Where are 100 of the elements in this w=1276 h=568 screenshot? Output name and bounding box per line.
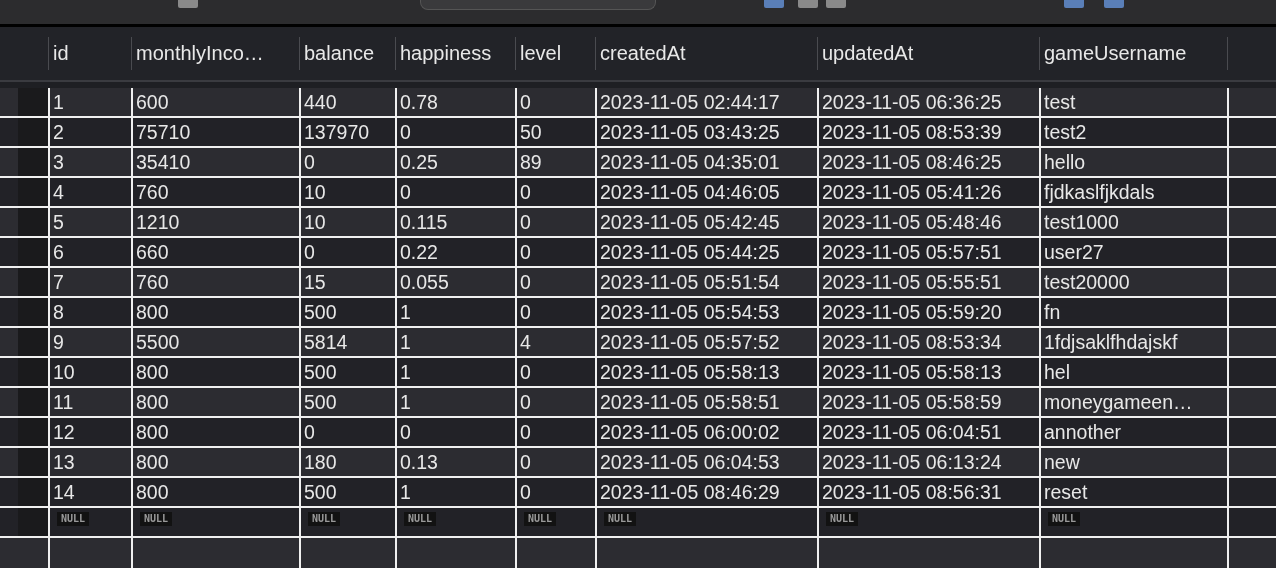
table-cell: 2023-11-05 05:57:51 — [817, 238, 1039, 266]
table-cell: 8 — [48, 298, 131, 326]
table-cell: 0 — [515, 208, 595, 236]
table-cell: 50 — [515, 118, 595, 146]
table-cell: 800 — [131, 478, 299, 506]
table-row[interactable]: 9 5500 5814 1 4 2023-11-05 05:57:52 2023-11-05 08:53:34 1fdjsaklfhdajskf — [0, 328, 1276, 358]
row-header[interactable] — [18, 88, 48, 116]
column-header[interactable]: balance — [299, 37, 395, 70]
table-row[interactable]: 3 35410 0 0.25 89 2023-11-05 04:35:01 2023-11-05 08:46:25 hello — [0, 148, 1276, 178]
null-tag: NULL — [404, 512, 437, 526]
table-cell: 2023-11-05 08:53:34 — [817, 328, 1039, 356]
table-cell: 137970 — [299, 118, 395, 146]
table-cell: 0 — [515, 298, 595, 326]
column-header[interactable]: monthlyInco… — [131, 37, 299, 70]
row-header[interactable] — [18, 478, 48, 506]
table-cell: 0 — [515, 178, 595, 206]
search-field[interactable] — [420, 0, 656, 10]
null-tag: NULL — [57, 512, 90, 526]
table-cell: fjdkaslfjkdals — [1039, 178, 1227, 206]
table-cell: 12 — [48, 418, 131, 446]
table-row[interactable]: 12 800 0 0 0 2023-11-05 06:00:02 2023-11-05 06:04:51 annother — [0, 418, 1276, 448]
table-row[interactable]: 6 660 0 0.22 0 2023-11-05 05:44:25 2023-11-05 05:57:51 user27 — [0, 238, 1276, 268]
row-header[interactable] — [18, 418, 48, 446]
table-row[interactable]: 8 800 500 1 0 2023-11-05 05:54:53 2023-11-05 05:59:20 fn — [0, 298, 1276, 328]
table-cell: 2023-11-05 06:04:53 — [595, 448, 817, 476]
toolbar-icon[interactable] — [1104, 0, 1124, 8]
table-cell: 1210 — [131, 208, 299, 236]
table-cell: reset — [1039, 478, 1227, 506]
table-cell: hello — [1039, 148, 1227, 176]
table-cell: 2023-11-05 05:55:51 — [817, 268, 1039, 296]
table-cell: 0 — [515, 238, 595, 266]
row-header[interactable] — [18, 148, 48, 176]
toolbar-icon[interactable] — [826, 0, 846, 8]
table-cell: 2023-11-05 08:53:39 — [817, 118, 1039, 146]
table-cell: 2023-11-05 05:58:13 — [817, 358, 1039, 386]
row-header[interactable] — [18, 328, 48, 356]
table-cell: 7 — [48, 268, 131, 296]
table-row[interactable]: 14 800 500 1 0 2023-11-05 08:46:29 2023-11-05 08:56:31 reset — [0, 478, 1276, 508]
toolbar-icon[interactable] — [1064, 0, 1084, 8]
column-header[interactable]: updatedAt — [817, 37, 1039, 70]
toolbar-icon[interactable] — [178, 0, 198, 8]
table-cell: 10 — [299, 178, 395, 206]
row-header[interactable] — [18, 358, 48, 386]
table-cell: test2 — [1039, 118, 1227, 146]
table-cell: 0.78 — [395, 88, 515, 116]
table-cell: 2023-11-05 06:04:51 — [817, 418, 1039, 446]
row-header[interactable] — [18, 448, 48, 476]
table-cell: 1 — [395, 478, 515, 506]
table-cell: 0 — [395, 178, 515, 206]
table-cell: 1 — [48, 88, 131, 116]
table-cell: 2023-11-05 05:51:54 — [595, 268, 817, 296]
table-cell: 180 — [299, 448, 395, 476]
row-header[interactable] — [18, 388, 48, 416]
table-row[interactable]: 4 760 10 0 0 2023-11-05 04:46:05 2023-11-05 05:41:26 fjdkaslfjkdals — [0, 178, 1276, 208]
table-cell: 4 — [48, 178, 131, 206]
table-cell: 800 — [131, 448, 299, 476]
table-cell: 2023-11-05 05:48:46 — [817, 208, 1039, 236]
row-header[interactable] — [18, 238, 48, 266]
toolbar-icon[interactable] — [764, 0, 784, 8]
table-cell: 2 — [48, 118, 131, 146]
null-tag: NULL — [140, 512, 173, 526]
column-header[interactable]: id — [48, 37, 131, 70]
null-tag: NULL — [1048, 512, 1081, 526]
column-header[interactable]: createdAt — [595, 37, 817, 70]
table-cell: 0.115 — [395, 208, 515, 236]
row-header[interactable] — [18, 208, 48, 236]
table-cell: 2023-11-05 05:58:13 — [595, 358, 817, 386]
table-row[interactable]: NULL NULL NULL NULL NULL NULL NULL NULL — [0, 508, 1276, 538]
table-row[interactable]: 13 800 180 0.13 0 2023-11-05 06:04:53 2023-11-05 06:13:24 new — [0, 448, 1276, 478]
table-cell: 2023-11-05 08:46:29 — [595, 478, 817, 506]
row-header[interactable] — [18, 178, 48, 206]
table-row[interactable]: 2 75710 137970 0 50 2023-11-05 03:43:25 2023-11-05 08:53:39 test2 — [0, 118, 1276, 148]
table-row[interactable]: 11 800 500 1 0 2023-11-05 05:58:51 2023-11-05 05:58:59 moneygameen… — [0, 388, 1276, 418]
table-row[interactable]: 7 760 15 0.055 0 2023-11-05 05:51:54 2023-11-05 05:55:51 test20000 — [0, 268, 1276, 298]
row-header[interactable] — [18, 298, 48, 326]
column-header[interactable]: happiness — [395, 37, 515, 70]
row-header[interactable] — [18, 508, 48, 536]
column-header[interactable]: gameUsername — [1039, 37, 1227, 70]
table-cell: 0 — [515, 88, 595, 116]
table-cell: 2023-11-05 05:42:45 — [595, 208, 817, 236]
table-cell: 1fdjsaklfhdajskf — [1039, 328, 1227, 356]
column-header[interactable]: level — [515, 37, 595, 70]
table-cell: 1 — [395, 328, 515, 356]
row-header[interactable] — [18, 268, 48, 296]
table-cell: 600 — [131, 88, 299, 116]
table-cell: 500 — [299, 478, 395, 506]
null-tag: NULL — [826, 512, 859, 526]
row-header[interactable] — [18, 118, 48, 146]
table-row[interactable]: 5 1210 10 0.115 0 2023-11-05 05:42:45 2023-11-05 05:48:46 test1000 — [0, 208, 1276, 238]
table-cell: 6 — [48, 238, 131, 266]
table-cell: test1000 — [1039, 208, 1227, 236]
table-cell: 800 — [131, 418, 299, 446]
table-row[interactable]: 10 800 500 1 0 2023-11-05 05:58:13 2023-11-05 05:58:13 hel — [0, 358, 1276, 388]
toolbar-icon[interactable] — [798, 0, 818, 8]
null-tag: NULL — [524, 512, 557, 526]
table-cell: 11 — [48, 388, 131, 416]
table-cell: 2023-11-05 06:13:24 — [817, 448, 1039, 476]
table-cell: 760 — [131, 178, 299, 206]
table-cell: 10 — [48, 358, 131, 386]
table-row[interactable]: 1 600 440 0.78 0 2023-11-05 02:44:17 2023-11-05 06:36:25 test — [0, 88, 1276, 118]
